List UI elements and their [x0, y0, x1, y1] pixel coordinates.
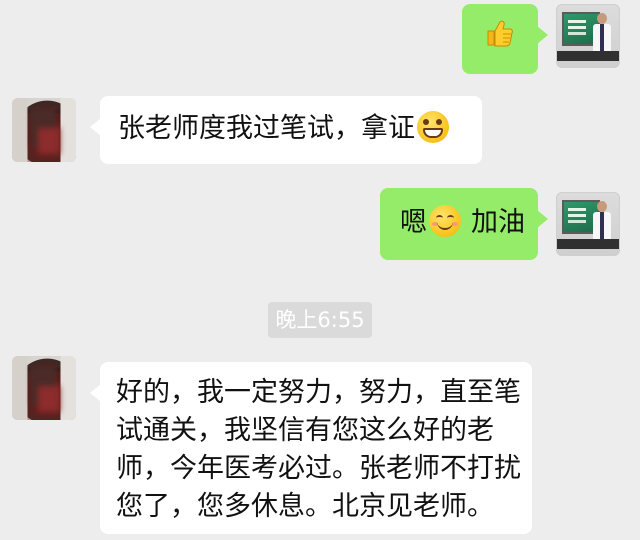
thumbs-up-icon: [487, 20, 513, 47]
message-bubble-self[interactable]: [462, 4, 548, 74]
message-text-line: 师，今年医考必过。张老师不打扰: [116, 453, 521, 484]
message-text-line: 好的，我一定努力，努力，直至笔: [116, 377, 521, 408]
avatar-other[interactable]: [12, 98, 76, 162]
message-text: 加油: [471, 207, 525, 238]
message-bubble-other[interactable]: 好的，我一定努力，努力，直至笔 试通关，我坚信有您这么好的老 师，今年医考必过。…: [90, 362, 532, 534]
message-text: 嗯: [400, 207, 427, 238]
avatar-other[interactable]: [12, 356, 76, 420]
grinning-face-icon: [417, 111, 449, 143]
timestamp-divider: 晚上6:55: [268, 302, 372, 338]
message-bubble-self[interactable]: 嗯 加油: [380, 188, 548, 260]
message-text-line: 您了，您多休息。北京见老师。: [116, 491, 494, 522]
message-bubble-other[interactable]: 张老师度我过笔试，拿证: [90, 96, 482, 164]
message-text-line: 试通关，我坚信有您这么好的老: [116, 415, 494, 446]
avatar-self[interactable]: [556, 4, 620, 68]
avatar-self[interactable]: [556, 192, 620, 256]
smiling-face-icon: [429, 205, 461, 237]
message-text: 张老师度我过笔试，拿证: [118, 113, 415, 144]
